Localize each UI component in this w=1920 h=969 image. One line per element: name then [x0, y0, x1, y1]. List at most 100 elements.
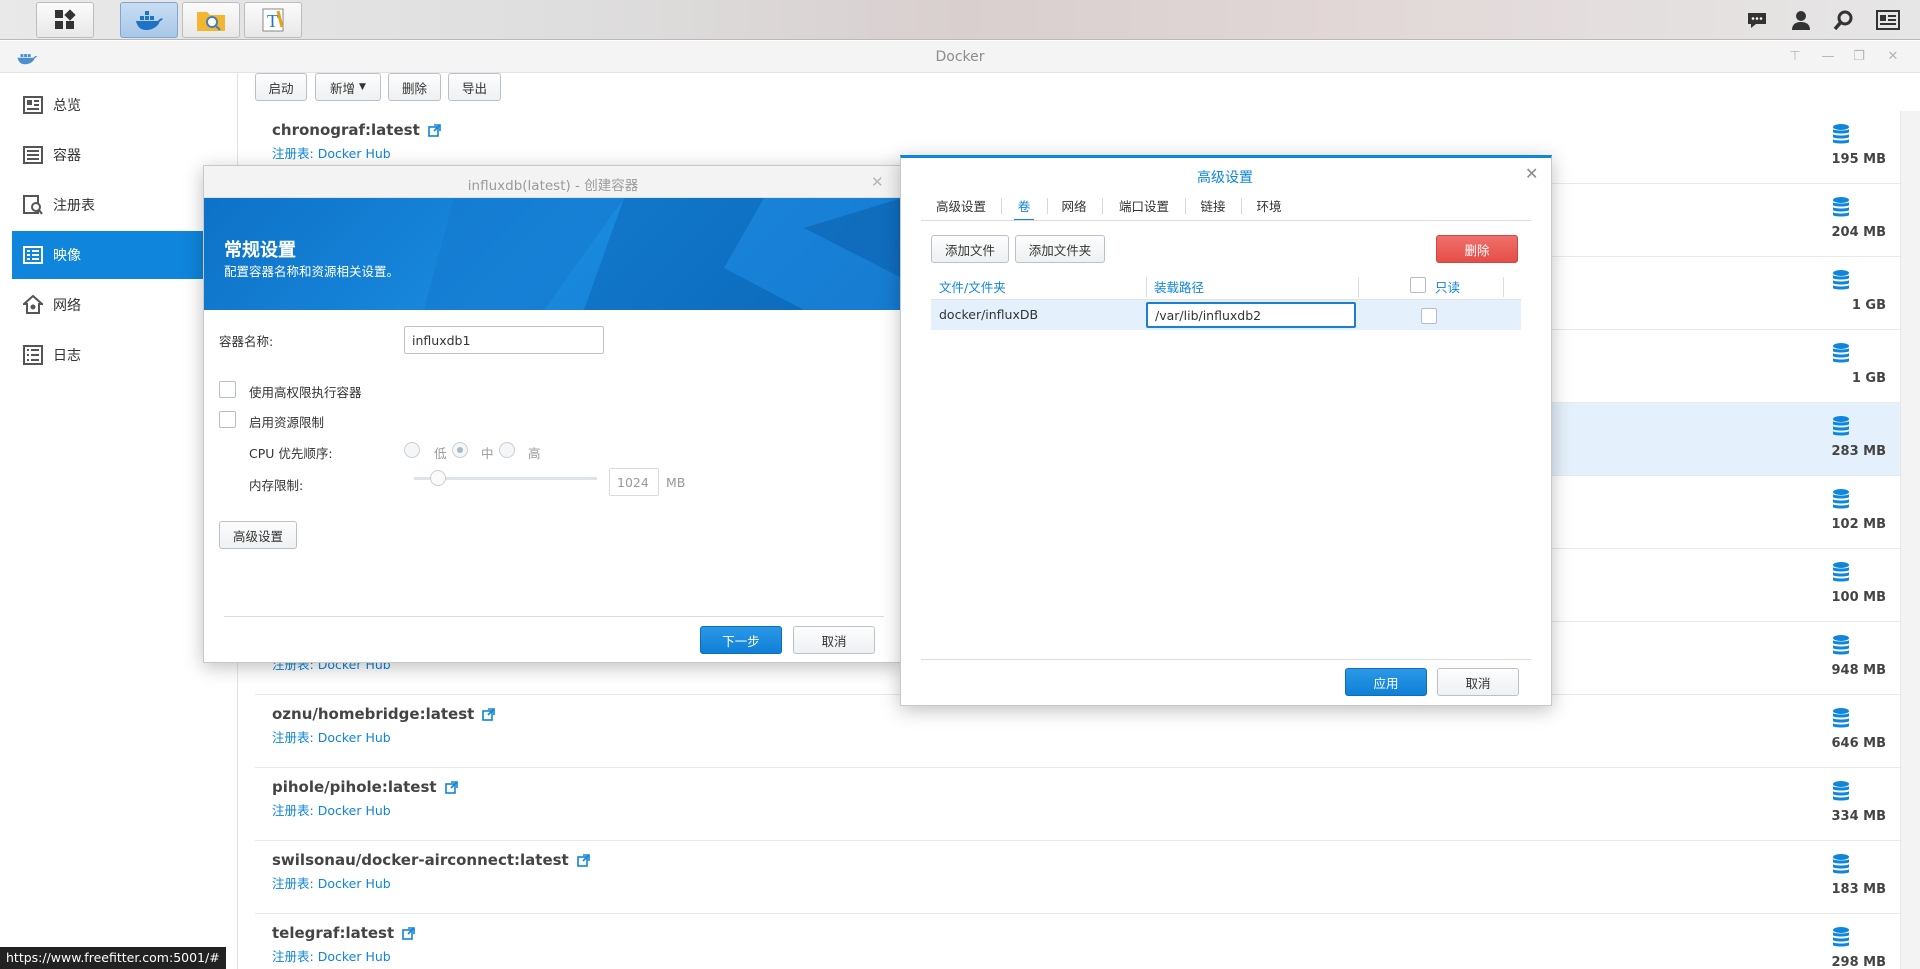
text-editor-button[interactable]: T	[244, 2, 302, 38]
external-link-icon[interactable]	[402, 926, 415, 944]
banner-subtitle: 配置容器名称和资源相关设置。	[224, 264, 400, 279]
user-icon[interactable]	[1788, 8, 1814, 32]
start-button[interactable]: 启动	[255, 73, 307, 101]
table-row[interactable]: docker/influxDB /var/lib/influxdb2	[931, 300, 1521, 330]
export-button[interactable]: 导出	[448, 73, 501, 101]
scrollbar[interactable]	[1900, 111, 1920, 969]
external-link-icon[interactable]	[427, 123, 441, 141]
container-name-input[interactable]: influxdb1	[404, 326, 604, 354]
cancel-button[interactable]: 取消	[1437, 668, 1519, 696]
file-station-button[interactable]	[182, 2, 240, 38]
registry-value[interactable]: Docker Hub	[318, 146, 391, 161]
cpu-high-label: 高	[528, 446, 541, 461]
main-menu-button[interactable]	[36, 2, 94, 38]
add-file-button[interactable]: 添加文件	[931, 235, 1009, 263]
readonly-all-checkbox[interactable]	[1410, 277, 1426, 293]
new-dropdown-button[interactable]: 新增 ▼	[315, 73, 381, 101]
image-row[interactable]: swilsonau/docker-airconnect:latest 注册表: D…	[255, 841, 1900, 914]
log-icon	[22, 344, 44, 366]
image-icon	[22, 244, 44, 266]
docker-whale-icon	[136, 11, 163, 30]
resource-limit-checkbox[interactable]	[219, 411, 236, 428]
image-name: swilsonau/docker-airconnect:latest	[272, 851, 590, 871]
database-icon	[1830, 415, 1852, 437]
column-separator	[1358, 277, 1359, 297]
close-window-icon[interactable]: ✕	[1886, 50, 1900, 64]
sidebar-item-overview[interactable]: 总览	[12, 81, 238, 129]
image-row[interactable]: telegraf:latest 注册表: Docker Hub 298 MB	[255, 914, 1900, 969]
readonly-checkbox[interactable]	[1421, 308, 1437, 324]
sidebar-item-label: 容器	[53, 148, 81, 164]
database-icon	[1830, 634, 1852, 656]
dialog-title: 高级设置	[1197, 170, 1253, 186]
database-icon	[1830, 707, 1852, 729]
resource-limit-label: 启用资源限制	[249, 415, 325, 430]
mount-path-input[interactable]: /var/lib/influxdb2	[1146, 302, 1356, 328]
registry-value[interactable]: Docker Hub	[318, 949, 391, 964]
tab-volume[interactable]: 卷	[1014, 190, 1034, 221]
chat-icon[interactable]	[1744, 8, 1770, 32]
overview-icon	[22, 94, 44, 116]
tab-advanced[interactable]: 高级设置	[931, 190, 991, 220]
delete-button[interactable]: 删除	[388, 73, 441, 101]
registry-value[interactable]: Docker Hub	[318, 803, 391, 818]
tab-port-settings[interactable]: 端口设置	[1115, 190, 1173, 220]
minimize-icon[interactable]: —	[1821, 50, 1835, 64]
new-button-label: 新增	[330, 80, 356, 96]
pin-icon[interactable]: ⊤	[1788, 50, 1802, 64]
text-editor-icon: T	[262, 8, 284, 32]
registry-label: 注册表:	[272, 146, 314, 161]
database-icon	[1830, 269, 1852, 291]
tab-network[interactable]: 网络	[1059, 190, 1089, 220]
column-header-folder[interactable]: 文件/文件夹	[931, 273, 1146, 299]
cpu-low-radio[interactable]	[404, 442, 420, 458]
maximize-icon[interactable]: ❐	[1852, 50, 1866, 64]
image-row[interactable]: pihole/pihole:latest 注册表: Docker Hub 334 M…	[255, 768, 1900, 841]
image-name-text: chronograf:latest	[272, 121, 420, 139]
delete-volume-button[interactable]: 删除	[1436, 235, 1518, 263]
add-folder-button[interactable]: 添加文件夹	[1015, 235, 1105, 263]
external-link-icon[interactable]	[576, 853, 590, 871]
cpu-high-radio[interactable]	[499, 442, 515, 458]
next-button[interactable]: 下一步	[700, 626, 782, 654]
apply-button[interactable]: 应用	[1345, 668, 1427, 696]
image-size: 283 MB	[1831, 444, 1886, 459]
memory-slider-handle[interactable]	[430, 470, 446, 486]
database-icon	[1830, 853, 1852, 875]
memory-unit: MB	[666, 475, 686, 490]
docker-app-button[interactable]	[120, 2, 178, 38]
advanced-settings-button[interactable]: 高级设置	[219, 521, 297, 549]
close-icon[interactable]: ✕	[871, 173, 884, 191]
sidebar-item-label: 总览	[53, 98, 81, 114]
database-icon	[1830, 780, 1852, 802]
close-icon[interactable]: ✕	[1525, 164, 1538, 183]
tab-environment[interactable]: 环境	[1253, 190, 1285, 220]
window-titlebar: Docker ⊤ — ❐ ✕	[0, 41, 1920, 73]
registry-icon	[22, 194, 44, 216]
image-size: 948 MB	[1831, 663, 1886, 678]
advanced-settings-dialog: 高级设置 ✕ 高级设置 卷 网络 端口设置 链接 环境 添加文件 添加文件夹 删…	[900, 155, 1552, 706]
external-link-icon[interactable]	[444, 780, 458, 798]
registry-value[interactable]: Docker Hub	[318, 730, 391, 745]
registry-value[interactable]: Docker Hub	[318, 876, 391, 891]
window-title: Docker	[935, 49, 985, 65]
sidebar-item-label: 日志	[53, 348, 81, 364]
widgets-icon[interactable]	[1875, 8, 1901, 32]
sidebar-item-label: 映像	[53, 248, 81, 264]
tab-links[interactable]: 链接	[1197, 190, 1229, 220]
grid-icon	[55, 9, 76, 29]
cancel-button[interactable]: 取消	[793, 626, 875, 654]
external-link-icon[interactable]	[482, 707, 496, 725]
column-header-readonly[interactable]: 只读	[1427, 273, 1487, 299]
column-header-mount-path[interactable]: 装载路径	[1146, 273, 1358, 299]
banner-title: 常规设置	[224, 240, 296, 261]
memory-limit-label: 内存限制:	[249, 478, 304, 493]
memory-limit-input[interactable]: 1024	[609, 468, 659, 496]
cpu-medium-radio[interactable]	[452, 442, 468, 458]
database-icon	[1830, 196, 1852, 218]
image-size: 298 MB	[1831, 955, 1886, 969]
search-icon[interactable]	[1831, 8, 1857, 32]
privileged-checkbox[interactable]	[219, 381, 236, 398]
divider	[224, 616, 884, 617]
container-icon	[22, 144, 44, 166]
